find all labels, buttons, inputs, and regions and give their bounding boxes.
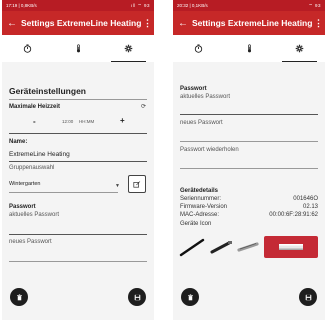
tab-bar: [2, 35, 154, 63]
sync-icon[interactable]: ⟳: [141, 103, 146, 110]
trash-icon: [16, 293, 22, 300]
firmware-value: 02.13: [302, 204, 318, 210]
tab-temperature[interactable]: [53, 35, 104, 62]
gear-icon: [295, 44, 304, 53]
save-button[interactable]: [128, 288, 146, 306]
password-label: Passwort: [9, 204, 36, 210]
edit-icon: [133, 181, 141, 188]
heater-box-icon: [279, 244, 303, 250]
tab-temperature[interactable]: [224, 35, 275, 62]
back-arrow-icon[interactable]: ←: [7, 18, 21, 29]
delete-button[interactable]: [181, 288, 199, 306]
page-title: Settings ExtremeLine Heating: [192, 18, 313, 28]
timer-icon: [23, 44, 32, 53]
chevron-down-icon[interactable]: ▼: [115, 183, 120, 189]
settings-content: Passwort aktuelles Passwort neues Passwo…: [173, 62, 325, 320]
group-label: Gruppenauswahl: [9, 165, 55, 171]
repeat-password-underline: [180, 168, 318, 169]
status-time: 20:32 | 0,1KB/s: [177, 3, 208, 8]
status-bar: 17:19 | 0,8KB/s ıll ⌔ 93: [2, 0, 154, 11]
thermometer-icon: [247, 44, 251, 53]
timer-icon: [194, 44, 203, 53]
max-heat-label: Maximale Heizzeit: [9, 104, 61, 110]
time-underline: [9, 133, 147, 134]
tab-bar: [173, 35, 325, 63]
decrement-button[interactable]: -: [33, 117, 36, 126]
serial-number-value: 001646O: [293, 196, 318, 202]
mac-address-key: MAC-Adresse:: [180, 212, 220, 218]
name-underline: [9, 161, 147, 162]
settings-content: Geräteinstellungen Maximale Heizzeit ⟳ -…: [2, 62, 154, 320]
status-bar: 20:32 | 0,1KB/s ⌔ 93: [173, 0, 325, 11]
tab-settings[interactable]: [274, 35, 325, 63]
thermometer-icon: [76, 44, 80, 53]
serial-number-row: Seriennummer: 001646O: [180, 196, 318, 202]
firmware-key: Firmware-Version: [180, 204, 228, 210]
new-password-underline: [9, 261, 147, 262]
serial-number-key: Seriennummer:: [180, 196, 222, 202]
page-title: Settings ExtremeLine Heating: [21, 18, 142, 28]
mac-address-row: MAC-Adresse: 00:00:6F:28:91:62: [180, 212, 318, 218]
password-label: Passwort: [180, 86, 207, 92]
current-password-input[interactable]: aktuelles Passwort: [180, 94, 230, 100]
status-icons: ıll ⌔ 93: [131, 2, 150, 8]
app-bar: ← Settings ExtremeLine Heating ⋮: [2, 11, 154, 35]
section-title: Geräteinstellungen: [9, 86, 86, 96]
time-unit: HH:MM: [79, 119, 95, 124]
new-password-input[interactable]: neues Passwort: [180, 120, 223, 126]
more-menu-icon[interactable]: ⋮: [143, 18, 152, 29]
phone-screen-left: 17:19 | 0,8KB/s ıll ⌔ 93 ← Settings Extr…: [2, 0, 154, 320]
repeat-password-input[interactable]: Passwort wiederholen: [180, 147, 239, 153]
edit-group-button[interactable]: [128, 175, 146, 193]
tab-settings[interactable]: [103, 35, 154, 63]
heater-panel-icon: [237, 242, 259, 252]
floppy-disk-icon: [305, 294, 311, 300]
device-icon-option-4-selected[interactable]: [264, 236, 318, 258]
increment-button[interactable]: +: [120, 116, 125, 125]
delete-button[interactable]: [10, 288, 28, 306]
app-bar: ← Settings ExtremeLine Heating ⋮: [173, 11, 325, 35]
new-password-input[interactable]: neues Passwort: [9, 239, 52, 245]
device-details-label: Gerätedetails: [180, 188, 219, 194]
floppy-disk-icon: [134, 294, 140, 300]
firmware-row: Firmware-Version 02.13: [180, 204, 318, 210]
tab-timer[interactable]: [173, 35, 224, 62]
divider: [9, 99, 147, 100]
status-time: 17:19 | 0,8KB/s: [6, 3, 37, 8]
heater-slim-icon: [210, 241, 232, 254]
status-icons: ⌔ 93: [308, 2, 321, 8]
back-arrow-icon[interactable]: ←: [178, 18, 192, 29]
current-password-input[interactable]: aktuelles Passwort: [9, 212, 59, 218]
name-input[interactable]: ExtremeLine Heating: [9, 151, 70, 158]
gear-icon: [124, 44, 133, 53]
device-icon-label: Geräte Icon: [180, 221, 212, 227]
current-password-underline: [9, 234, 147, 235]
mac-address-value: 00:00:6F:28:91:62: [269, 212, 318, 218]
group-underline: [9, 192, 118, 193]
trash-icon: [187, 293, 193, 300]
device-icon-option-1[interactable]: [178, 236, 206, 258]
time-value: 12:00: [62, 119, 74, 124]
heater-bar-icon: [179, 238, 205, 257]
new-password-underline: [180, 141, 318, 142]
phone-screen-right: 20:32 | 0,1KB/s ⌔ 93 ← Settings ExtremeL…: [173, 0, 325, 320]
device-icon-option-2[interactable]: [209, 236, 235, 258]
group-select[interactable]: Wintergarten: [9, 181, 41, 187]
name-label: Name:: [9, 139, 28, 145]
tab-timer[interactable]: [2, 35, 53, 62]
device-icon-option-3[interactable]: [237, 236, 259, 258]
save-button[interactable]: [299, 288, 317, 306]
current-password-underline: [180, 114, 318, 115]
more-menu-icon[interactable]: ⋮: [314, 18, 323, 29]
